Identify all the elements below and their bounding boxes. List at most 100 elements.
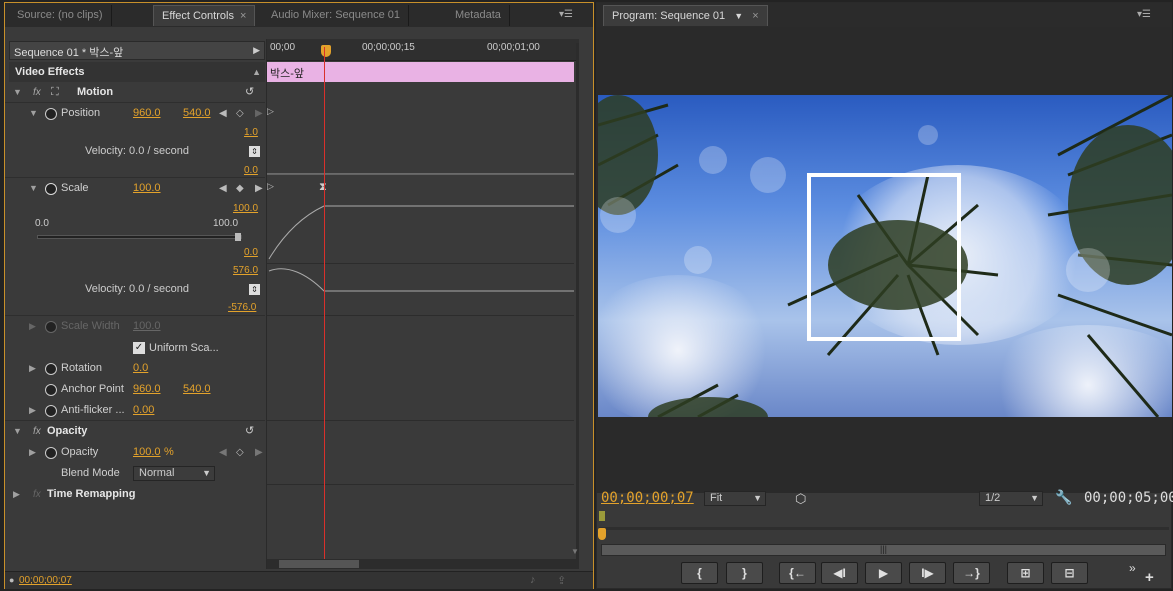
zoom-dropdown[interactable]: Fit ▼ [704, 491, 766, 506]
add-keyframe-icon[interactable]: ◆ [236, 178, 244, 199]
expand-triangle-icon[interactable]: ▼ [29, 178, 38, 199]
mini-ruler[interactable] [599, 511, 1169, 527]
effect-controls-panel: Source: (no clips) Effect Controls × Audi… [4, 2, 594, 589]
tab-program[interactable]: Program: Sequence 01 ▼ × [603, 5, 768, 26]
expand-triangle-icon[interactable]: ▼ [29, 103, 38, 124]
panel-menu-icon[interactable]: ▾☰ [559, 9, 573, 20]
horizontal-scrollbar[interactable] [267, 559, 579, 569]
position-x-value[interactable]: 960.0 [133, 103, 161, 124]
resolution-dropdown[interactable]: 1/2 ▼ [979, 491, 1043, 506]
reset-icon[interactable]: ↺ [245, 421, 254, 442]
expand-triangle-icon[interactable]: ▶ [29, 400, 36, 421]
keyframe-timeline[interactable]: 00;00 00;00;00;15 00;00;01;00 박스-앞 ▷ ▷ ⧗… [266, 39, 579, 569]
fx-icon[interactable]: fx [33, 82, 41, 103]
ec-timecode[interactable]: 00;00;00;07 [19, 575, 72, 586]
mini-timeline-track[interactable] [599, 527, 1169, 530]
settings-wrench-icon[interactable]: 🔧 [1055, 489, 1072, 506]
uniform-scale-checkbox[interactable]: ✓ [133, 342, 145, 354]
next-keyframe-icon[interactable]: ▶ [255, 103, 263, 124]
expand-triangle-icon[interactable]: ▶ [29, 316, 36, 337]
graph-toggle-icon[interactable]: ⇕ [249, 284, 260, 295]
position-velocity: Velocity: 0.0 / second [85, 145, 189, 157]
play-button[interactable]: ▶ [865, 562, 902, 584]
button-editor-icon[interactable]: + [1145, 569, 1154, 586]
opacity-effect-row[interactable]: ▼ fx Opacity ↺ [5, 421, 265, 442]
zoom-scrollbar[interactable]: ||| [601, 544, 1166, 556]
next-keyframe-icon[interactable]: ▶ [255, 178, 263, 199]
close-icon[interactable]: × [240, 10, 246, 22]
chevron-down-icon[interactable]: ▼ [734, 11, 743, 21]
lift-button[interactable]: ⊞ [1007, 562, 1044, 584]
anchor-y-value[interactable]: 540.0 [183, 379, 211, 400]
position-y-value[interactable]: 540.0 [183, 103, 211, 124]
stopwatch-icon[interactable] [45, 447, 57, 459]
stopwatch-icon[interactable] [45, 183, 57, 195]
audio-loop-icon[interactable]: ♪ [530, 574, 536, 586]
collapse-icon[interactable]: ▲ [252, 67, 261, 77]
scale-slider-track[interactable] [37, 235, 242, 239]
scale-slider-max: 100.0 [213, 218, 239, 229]
rotation-value[interactable]: 0.0 [133, 358, 148, 379]
antiflicker-label: Anti-flicker ... [61, 404, 125, 416]
playhead-line [324, 47, 325, 559]
close-icon[interactable]: × [752, 10, 758, 22]
scroll-down-icon[interactable]: ▼ [571, 547, 579, 556]
video-frame[interactable] [598, 95, 1172, 417]
tab-metadata[interactable]: Metadata [447, 5, 510, 26]
horizontal-scroll-thumb[interactable] [279, 560, 359, 568]
tab-audio-mixer[interactable]: Audio Mixer: Sequence 01 [263, 5, 410, 26]
vertical-scrollbar[interactable] [576, 43, 579, 563]
export-icon[interactable]: ⇪ [557, 574, 566, 587]
in-marker-icon[interactable] [599, 511, 605, 521]
next-keyframe-icon[interactable]: ▶ [255, 442, 263, 463]
stopwatch-icon[interactable] [45, 384, 57, 396]
reset-icon[interactable]: ↺ [245, 82, 254, 103]
anchor-x-value[interactable]: 960.0 [133, 379, 161, 400]
step-forward-button[interactable]: I▶ [909, 562, 946, 584]
add-keyframe-icon[interactable]: ◇ [236, 103, 244, 124]
go-to-in-button[interactable]: {← [779, 562, 816, 584]
fx-icon: fx [33, 489, 41, 500]
expand-triangle-icon[interactable]: ▶ [13, 484, 20, 505]
motion-row[interactable]: ▼ fx ⛶ Motion ↺ [5, 82, 265, 103]
play-clip-icon[interactable]: ▶ [253, 45, 260, 56]
graph-toggle-icon[interactable]: ⇕ [249, 146, 260, 157]
blend-mode-value: Normal [139, 467, 175, 479]
more-controls-icon[interactable]: » [1129, 561, 1136, 575]
blend-mode-dropdown[interactable]: Normal ▼ [133, 466, 215, 481]
stopwatch-icon[interactable] [45, 363, 57, 375]
opacity-value[interactable]: 100.0 [133, 442, 161, 463]
mark-in-button[interactable]: { [681, 562, 718, 584]
scale-slider-min: 0.0 [35, 218, 49, 229]
expand-triangle-icon[interactable]: ▶ [29, 358, 36, 379]
marker-icon[interactable]: ⬡ [795, 491, 806, 507]
go-to-out-button[interactable]: →} [953, 562, 990, 584]
transform-icon[interactable]: ⛶ [51, 82, 59, 103]
add-keyframe-icon[interactable]: ◇ [236, 442, 244, 463]
program-timecode[interactable]: 00;00;00;07 [601, 490, 694, 506]
prev-keyframe-icon[interactable]: ◀ [219, 442, 227, 463]
fx-icon[interactable]: fx [33, 421, 41, 442]
stopwatch-icon[interactable] [45, 108, 57, 120]
playhead-handle-icon[interactable] [598, 528, 606, 540]
chevron-down-icon: ▼ [202, 468, 211, 478]
uniform-scale-label: Uniform Sca... [149, 342, 219, 354]
scale-width-label: Scale Width [61, 320, 120, 332]
extract-button[interactable]: ⊟ [1051, 562, 1088, 584]
time-remap-row[interactable]: ▶ fx Time Remapping [5, 484, 265, 505]
step-back-button[interactable]: ◀I [821, 562, 858, 584]
expand-triangle-icon[interactable]: ▼ [13, 82, 22, 103]
tab-source[interactable]: Source: (no clips) [9, 5, 112, 26]
prev-keyframe-icon[interactable]: ◀ [219, 178, 227, 199]
scale-value[interactable]: 100.0 [133, 178, 161, 199]
scale-slider-handle[interactable] [235, 233, 241, 241]
antiflicker-value[interactable]: 0.00 [133, 400, 154, 421]
expand-triangle-icon[interactable]: ▼ [13, 421, 22, 442]
mark-out-button[interactable]: } [726, 562, 763, 584]
stopwatch-icon[interactable] [45, 405, 57, 417]
panel-menu-icon[interactable]: ▾☰ [1137, 9, 1151, 20]
expand-triangle-icon[interactable]: ▶ [29, 442, 36, 463]
tab-effect-controls[interactable]: Effect Controls × [153, 5, 256, 26]
prev-keyframe-icon[interactable]: ◀ [219, 103, 227, 124]
scale-velocity-max: 576.0 [233, 265, 259, 276]
